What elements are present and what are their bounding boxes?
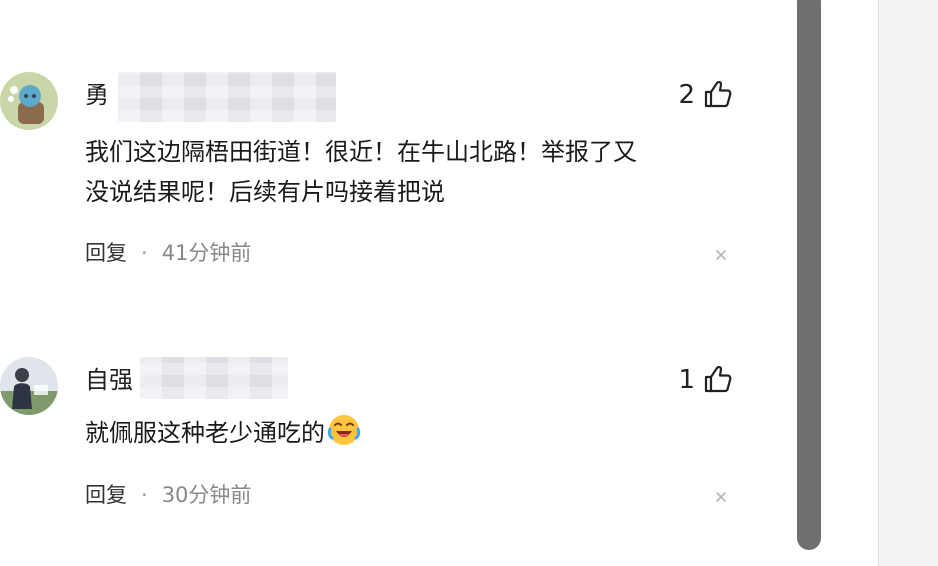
meta-separator: · xyxy=(141,241,148,265)
like-button[interactable] xyxy=(702,363,734,395)
comment-text: 我们这边隔梧田街道！很近！在牛山北路！举报了又 没说结果呢！后续有片吗接着把说 xyxy=(85,132,745,212)
close-icon xyxy=(716,250,726,260)
username-blur-mask xyxy=(118,72,336,122)
scrollbar-thumb[interactable] xyxy=(797,0,821,550)
meta-separator: · xyxy=(141,483,148,507)
reply-button[interactable]: 回复 xyxy=(85,483,127,507)
comment-text: 就佩服这种老少通吃的 xyxy=(85,413,745,453)
avatar[interactable] xyxy=(0,357,58,415)
like-count: 2 xyxy=(678,80,695,110)
timestamp: 41分钟前 xyxy=(161,241,252,265)
laughing-crying-emoji-icon xyxy=(327,413,361,447)
reply-button[interactable]: 回复 xyxy=(85,241,127,265)
thumbs-up-icon xyxy=(704,80,732,108)
comment-list: 勇 2 我们这边隔梧田街道！很近！在牛山北路！举报了又 没说结果呢！后续有片吗接… xyxy=(0,0,790,566)
thumbs-up-icon xyxy=(704,365,732,393)
username-text: 自强 xyxy=(85,366,133,394)
username[interactable]: 自强 xyxy=(85,363,133,397)
close-icon xyxy=(716,492,726,502)
username[interactable]: 勇 xyxy=(85,78,109,112)
username-blur-mask xyxy=(140,357,288,399)
side-panel xyxy=(878,0,938,566)
timestamp: 30分钟前 xyxy=(161,483,252,507)
like-count: 1 xyxy=(678,365,695,395)
comment-meta: 回复 · 30分钟前 xyxy=(85,480,251,510)
comment-page: 勇 2 我们这边隔梧田街道！很近！在牛山北路！举报了又 没说结果呢！后续有片吗接… xyxy=(0,0,938,566)
username-text: 勇 xyxy=(85,81,109,109)
avatar[interactable] xyxy=(0,72,58,130)
dismiss-button[interactable] xyxy=(712,246,730,264)
comment-text-line: 没说结果呢！后续有片吗接着把说 xyxy=(85,178,445,206)
like-button[interactable] xyxy=(702,78,734,110)
comment-meta: 回复 · 41分钟前 xyxy=(85,238,251,268)
comment-text-line: 就佩服这种老少通吃的 xyxy=(85,419,325,447)
dismiss-button[interactable] xyxy=(712,488,730,506)
comment-text-line: 我们这边隔梧田街道！很近！在牛山北路！举报了又 xyxy=(85,138,637,166)
